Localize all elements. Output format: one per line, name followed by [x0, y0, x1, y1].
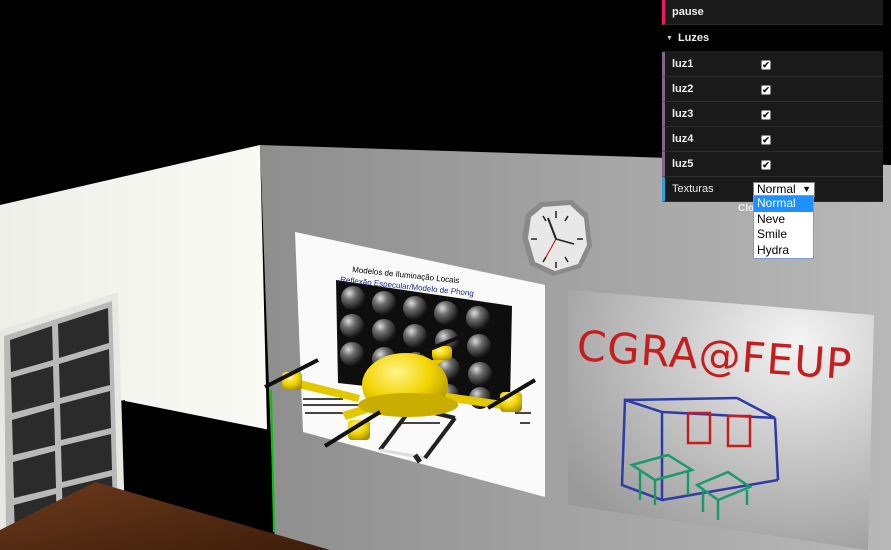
pause-label: pause [672, 6, 704, 18]
light-label: luz5 [672, 158, 694, 170]
textures-option-hydra[interactable]: Hydra [754, 243, 813, 259]
lights-folder-header[interactable]: ▼ Luzes [662, 25, 883, 52]
light-label: luz4 [672, 133, 694, 145]
textures-option-smile[interactable]: Smile [754, 227, 813, 243]
textures-dropdown-list: Normal Neve Smile Hydra [753, 195, 814, 259]
whiteboard: CGRA@FEUP [568, 290, 874, 550]
light-row-luz3: luz3 ✔ [662, 102, 883, 127]
light-row-luz4: luz4 ✔ [662, 127, 883, 152]
luz4-checkbox[interactable]: ✔ [761, 135, 771, 145]
textures-selected-value: Normal [757, 182, 796, 196]
light-label: luz2 [672, 83, 694, 95]
close-controls-button[interactable]: Clo [738, 203, 754, 214]
luz1-checkbox[interactable]: ✔ [761, 60, 771, 70]
light-row-luz5: luz5 ✔ [662, 152, 883, 177]
light-label: luz3 [672, 108, 694, 120]
luz5-checkbox[interactable]: ✔ [761, 160, 771, 170]
controls-panel: pause ▼ Luzes luz1 ✔ luz2 ✔ luz3 ✔ luz4 … [662, 0, 883, 202]
light-row-luz2: luz2 ✔ [662, 77, 883, 102]
lights-folder-title: Luzes [677, 32, 710, 44]
wall-clock [522, 200, 592, 276]
textures-option-neve[interactable]: Neve [754, 212, 813, 228]
textures-option-normal[interactable]: Normal [754, 196, 813, 212]
luz3-checkbox[interactable]: ✔ [761, 110, 771, 120]
pause-button[interactable]: pause [662, 0, 883, 25]
folder-triangle-icon: ▼ [666, 34, 673, 42]
luz2-checkbox[interactable]: ✔ [761, 85, 771, 95]
light-row-luz1: luz1 ✔ [662, 52, 883, 77]
textures-label: Texturas [672, 183, 714, 195]
light-label: luz1 [672, 58, 694, 70]
